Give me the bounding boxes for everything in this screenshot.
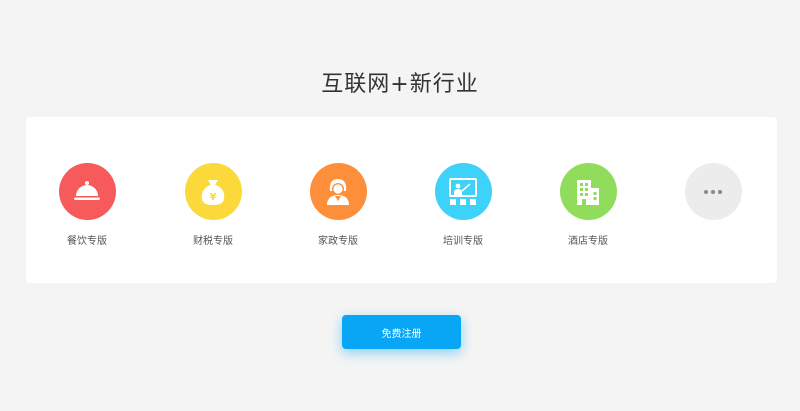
money-bag-icon: ¥ [201,179,225,205]
industry-hotel[interactable]: 酒店专版 [543,163,633,247]
industry-housekeeping-label: 家政专版 [318,236,358,247]
industry-food-circle [58,163,116,220]
training-board-icon [449,177,477,205]
page-title: 互联网+新行业 [321,72,479,97]
industry-food[interactable]: 餐饮专版 [42,163,132,247]
food-cloche-icon [74,180,100,200]
industry-food-label: 餐饮专版 [67,236,107,247]
free-register-button[interactable]: 免费注册 [342,315,461,349]
industry-more-circle [684,163,742,220]
industry-training-circle [434,163,492,220]
industry-hotel-circle [559,163,617,220]
industry-tax-label: 财税专版 [193,236,233,247]
industry-more[interactable] [668,163,758,220]
industry-housekeeping[interactable]: 家政专版 [293,163,383,247]
industry-card: 餐饮专版 ¥ 财税专版 家政专版 培训专版 酒店专版 [26,117,777,283]
hotel-building-icon [577,179,599,205]
industry-tax-circle: ¥ [184,163,242,220]
housekeeper-icon [327,178,349,205]
industry-tax[interactable]: ¥ 财税专版 [168,163,258,247]
industry-training[interactable]: 培训专版 [418,163,508,247]
industry-training-label: 培训专版 [443,236,483,247]
industry-housekeeping-circle [309,163,367,220]
industry-hotel-label: 酒店专版 [568,236,608,247]
money-symbol: ¥ [210,192,217,203]
more-dots-icon [704,189,722,194]
